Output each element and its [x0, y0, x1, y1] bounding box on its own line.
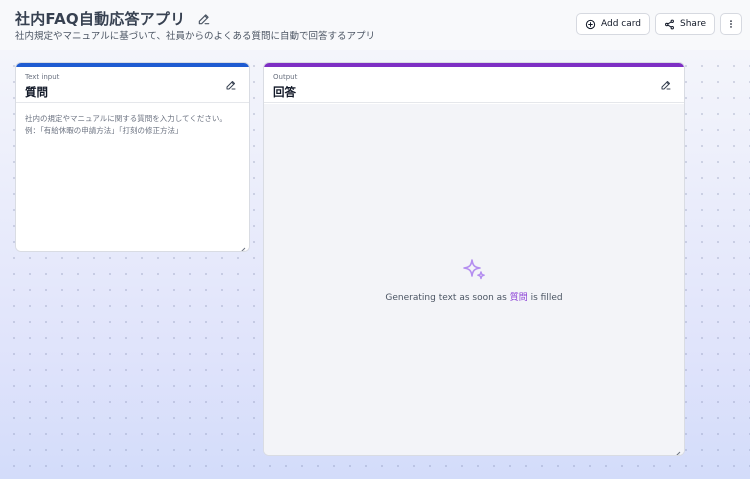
- resize-handle-icon[interactable]: [673, 444, 681, 455]
- app-header: 社内FAQ自動応答アプリ 社内規定やマニュアルに基づいて、社員からのよくある質問…: [0, 0, 750, 50]
- sparkle-icon: [461, 256, 487, 282]
- card-title: 回答: [273, 85, 296, 99]
- pencil-icon[interactable]: [197, 12, 211, 26]
- generation-status-text: Generating text as soon as 質問 is filled: [264, 290, 684, 303]
- add-card-label: Add card: [601, 19, 642, 29]
- pencil-icon[interactable]: [225, 79, 237, 91]
- add-card-button[interactable]: Add card: [576, 13, 651, 35]
- answer-output-card: Output 回答 Generating text as soon as 質問 …: [263, 62, 685, 456]
- plus-circle-icon: [585, 19, 596, 30]
- share-label: Share: [680, 19, 706, 29]
- card-title: 質問: [25, 85, 48, 99]
- resize-handle-icon[interactable]: [238, 240, 246, 251]
- share-icon: [664, 19, 675, 30]
- card-kind-label: Text input: [25, 73, 60, 81]
- status-field-reference: 質問: [509, 293, 528, 303]
- card-kind-label: Output: [273, 73, 298, 81]
- more-options-button[interactable]: [720, 13, 742, 35]
- header-actions: Add card Share: [576, 13, 742, 35]
- app-title: 社内FAQ自動応答アプリ: [15, 10, 186, 28]
- status-suffix: is filled: [527, 293, 563, 303]
- card-header: Output 回答: [264, 67, 684, 103]
- pencil-icon[interactable]: [660, 79, 672, 91]
- card-header: Text input 質問: [16, 67, 249, 103]
- answer-output-area: Generating text as soon as 質問 is filled: [264, 104, 684, 455]
- share-button[interactable]: Share: [655, 13, 715, 35]
- generation-status: Generating text as soon as 質問 is filled: [264, 256, 684, 303]
- title-row: 社内FAQ自動応答アプリ: [15, 8, 211, 29]
- status-prefix: Generating text as soon as: [385, 293, 510, 303]
- app-subtitle: 社内規定やマニュアルに基づいて、社員からのよくある質問に自動で回答するアプリ: [15, 31, 375, 42]
- question-textarea[interactable]: 社内の規定やマニュアルに関する質問を入力してください。 例：「有給休暇の申請方法…: [16, 104, 249, 251]
- more-vertical-icon: [726, 19, 736, 29]
- question-input-card: Text input 質問 社内の規定やマニュアルに関する質問を入力してください…: [15, 62, 250, 252]
